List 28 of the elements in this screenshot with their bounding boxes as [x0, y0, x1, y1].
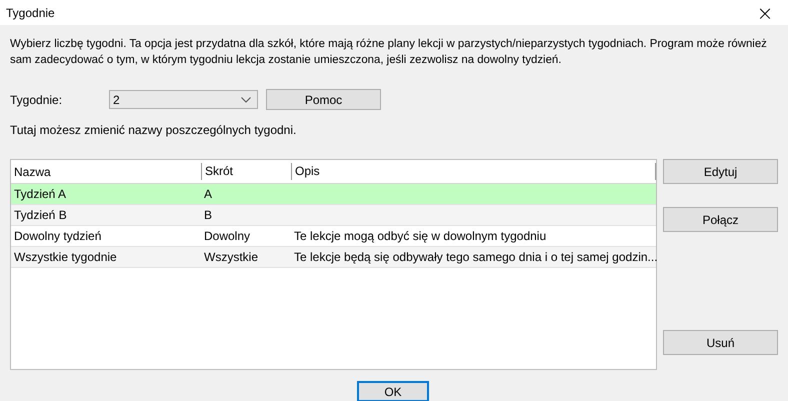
weeks-dropdown[interactable]: 2 [109, 90, 258, 109]
table-cell: A [204, 187, 212, 201]
table-cell: Dowolny tydzień [14, 229, 102, 243]
hint-text: Tutaj możesz zmienić nazwy poszczególnych tygodni. [10, 123, 298, 137]
table-cell: Wszystkie tygodnie [14, 250, 117, 264]
column-header[interactable]: Opis [291, 163, 656, 180]
table-cell: Tydzień B [14, 208, 67, 222]
column-header[interactable]: Nazwa [11, 164, 201, 178]
column-header[interactable]: Skrót [201, 163, 291, 180]
table-cell: Wszystkie [204, 250, 258, 264]
table-row[interactable]: Tydzień A A [11, 184, 656, 205]
table-cell: Te lekcje mogą odbyć się w dowolnym tygodniu [294, 229, 546, 243]
close-button[interactable]: × [742, 0, 788, 25]
description-text: Wybierz liczbę tygodni. Ta opcja jest przydatna dla szkół, które mają różne plany lekcji w parzystych/nieparzystych tygodniach. Program może również sam zadecydować o tym, w którym tygodniu lekcja zostanie umieszczona, jeśli zezwolisz na dowolny tydzień. [10, 37, 768, 68]
table-cell: Dowolny [204, 229, 250, 243]
edit-button[interactable]: Edytuj [663, 159, 778, 184]
table-cell: Te lekcje będą się odbywały tego samego dnia i o tej samej godzin... [294, 250, 658, 264]
help-button[interactable]: Pomoc [266, 89, 381, 110]
table-cell: Tydzień A [14, 187, 66, 201]
table-row[interactable]: Tydzień B B [11, 205, 656, 226]
chevron-down-icon [241, 96, 251, 102]
ok-button[interactable]: OK [357, 381, 429, 401]
table-row[interactable]: Wszystkie tygodnie Wszystkie Te lekcje będą się odbywały tego samego dnia i o tej samej godzin... [11, 247, 656, 268]
weeks-label: Tygodnie: [10, 92, 64, 106]
delete-button[interactable]: Usuń [663, 330, 778, 355]
table-cell: B [204, 208, 212, 222]
merge-button[interactable]: Połącz [663, 207, 778, 232]
window-title: Tygodnie [6, 6, 55, 20]
